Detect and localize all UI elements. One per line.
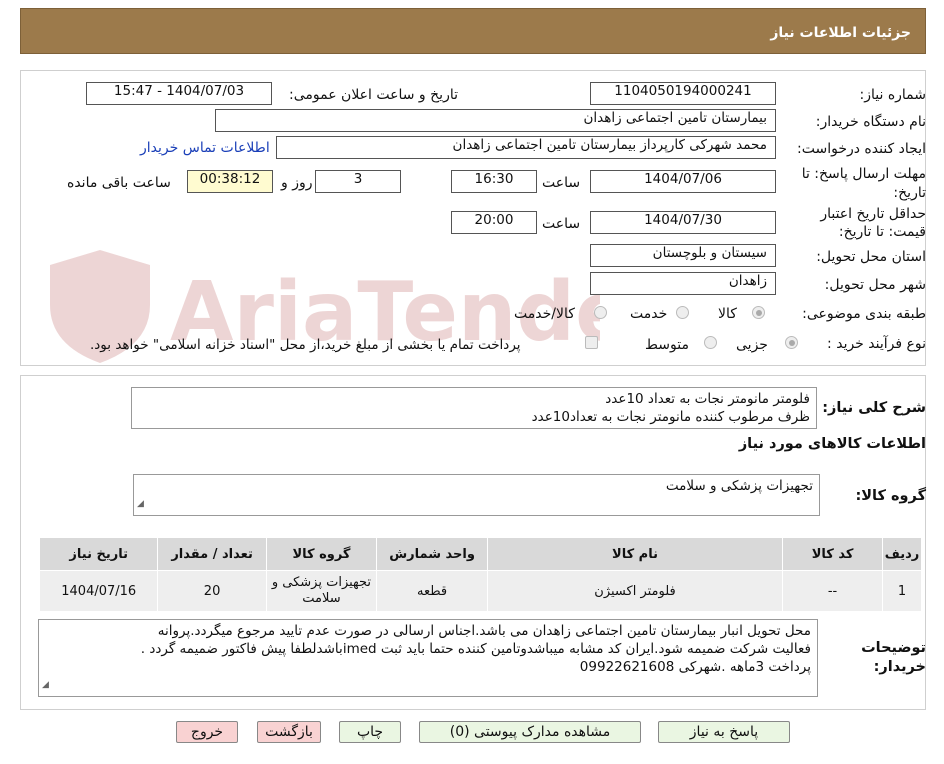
col-unit: واحد شمارش (376, 537, 488, 571)
days-field[interactable]: 3 (315, 170, 401, 193)
col-date: تاریخ نیاز (38, 537, 159, 571)
exit-button[interactable]: خروج (176, 721, 238, 743)
category-label: طبقه بندی موضوعی: (802, 306, 926, 322)
deadline-label-2: تاریخ: (893, 185, 926, 201)
cell-date: 1404/07/16 (38, 570, 159, 612)
requester-field[interactable]: محمد شهرکی کارپرداز بیمارستان تامین اجتم… (276, 136, 776, 159)
goods-group-value: تجهیزات پزشکی و سلامت (665, 478, 813, 494)
province-field[interactable]: سیستان و بلوچستان (590, 244, 776, 267)
treasury-payment-note: پرداخت تمام یا بخشی از مبلغ خرید،از محل … (90, 337, 521, 353)
buyer-org-label: نام دستگاه خریدار: (815, 114, 926, 130)
summary-line-2: ظرف مرطوب کننده مانومتر نجات به تعداد10ع… (531, 409, 810, 425)
category-radio-goods[interactable] (752, 306, 765, 319)
announce-label: تاریخ و ساعت اعلان عمومی: (289, 87, 458, 103)
category-radio-goods-service[interactable] (594, 306, 607, 319)
category-radio-service[interactable] (676, 306, 689, 319)
col-qty: تعداد / مقدار (157, 537, 267, 571)
page-title: جزئیات اطلاعات نیاز (770, 25, 911, 41)
city-label: شهر محل تحویل: (824, 277, 926, 293)
cell-qty: 20 (157, 570, 267, 612)
requester-label: ایجاد کننده درخواست: (797, 141, 926, 157)
treasury-payment-checkbox[interactable] (585, 336, 598, 349)
contact-buyer-link[interactable]: اطلاعات تماس خریدار (140, 140, 270, 156)
deadline-date-field[interactable]: 1404/07/06 (590, 170, 776, 193)
reply-button[interactable]: پاسخ به نیاز (658, 721, 790, 743)
validity-time-field[interactable]: 20:00 (451, 211, 537, 234)
deadline-time-label: ساعت (542, 175, 581, 191)
buyer-notes-label-2: خریدار: (873, 659, 926, 675)
col-row: ردیف (882, 537, 922, 571)
summary-textarea[interactable]: فلومتر مانومتر نجات به تعداد 10عدد ظرف م… (131, 387, 817, 429)
process-option-medium: متوسط (645, 337, 689, 353)
days-label: روز و (281, 175, 313, 191)
attachments-button[interactable]: مشاهده مدارک پیوستی (0) (419, 721, 641, 743)
validity-time-label: ساعت (542, 216, 581, 232)
goods-section-title: اطلاعات کالاهای مورد نیاز (738, 436, 926, 452)
remaining-label: ساعت باقی مانده (67, 175, 171, 191)
summary-label: شرح کلی نیاز: (822, 400, 926, 416)
print-button[interactable]: چاپ (339, 721, 401, 743)
cell-row: 1 (882, 570, 922, 612)
cell-code: -- (782, 570, 884, 612)
deadline-label-1: مهلت ارسال پاسخ: تا (801, 166, 926, 182)
process-option-minor: جزیی (736, 337, 768, 353)
province-label: استان محل تحویل: (816, 249, 926, 265)
remaining-time-field: 00:38:12 (187, 170, 273, 193)
col-name: نام کالا (486, 537, 784, 571)
buyer-notes-line-3: پرداخت 3ماهه .شهرکی 09922621608 (579, 659, 811, 675)
validity-label-1: حداقل تاریخ اعتبار (820, 206, 926, 222)
items-table: ردیف کد کالا نام کالا واحد شمارش گروه کا… (38, 537, 922, 612)
back-button[interactable]: بازگشت (257, 721, 321, 743)
deadline-time-field[interactable]: 16:30 (451, 170, 537, 193)
buyer-notes-textarea[interactable]: محل تحویل انبار بیمارستان تامین اجتماعی … (38, 619, 818, 697)
need-number-label: شماره نیاز: (859, 87, 927, 103)
announce-field[interactable]: 1404/07/03 - 15:47 (86, 82, 272, 105)
items-table-header: ردیف کد کالا نام کالا واحد شمارش گروه کا… (38, 537, 922, 571)
col-group: گروه کالا (265, 537, 378, 571)
category-option-goods-service: کالا/خدمت (514, 306, 575, 322)
table-row[interactable]: 1 -- فلومتر اکسیژن قطعه تجهیزات پزشکی و … (38, 570, 922, 612)
buyer-notes-line-1: محل تحویل انبار بیمارستان تامین اجتماعی … (157, 623, 811, 639)
process-radio-minor[interactable] (785, 336, 798, 349)
cell-group: تجهیزات پزشکی و سلامت (265, 570, 378, 612)
resize-grip-icon[interactable]: ◢ (42, 676, 49, 694)
col-code: کد کالا (782, 537, 884, 571)
validity-date-field[interactable]: 1404/07/30 (590, 211, 776, 234)
goods-group-label: گروه کالا: (855, 488, 926, 504)
need-number-field[interactable]: 1104050194000241 (590, 82, 776, 105)
validity-label-2: قیمت: تا تاریخ: (838, 224, 926, 240)
summary-line-1: فلومتر مانومتر نجات به تعداد 10عدد (605, 391, 810, 407)
city-field[interactable]: زاهدان (590, 272, 776, 295)
cell-unit: قطعه (376, 570, 488, 612)
category-option-service: خدمت (630, 306, 668, 322)
buyer-notes-line-2: فعالیت شرکت ضمیمه شود.ایران کد مشابه میب… (140, 641, 811, 657)
process-label: نوع فرآیند خرید : (827, 336, 926, 352)
process-radio-medium[interactable] (704, 336, 717, 349)
cell-name: فلومتر اکسیژن (486, 570, 784, 612)
goods-group-textarea[interactable]: تجهیزات پزشکی و سلامت ◢ (133, 474, 820, 516)
page-header: جزئیات اطلاعات نیاز (20, 8, 926, 54)
buyer-org-field[interactable]: بیمارستان تامین اجتماعی زاهدان (215, 109, 776, 132)
resize-grip-icon[interactable]: ◢ (137, 495, 144, 513)
buyer-notes-label-1: توضیحات (861, 640, 926, 656)
category-option-goods: کالا (718, 306, 737, 322)
